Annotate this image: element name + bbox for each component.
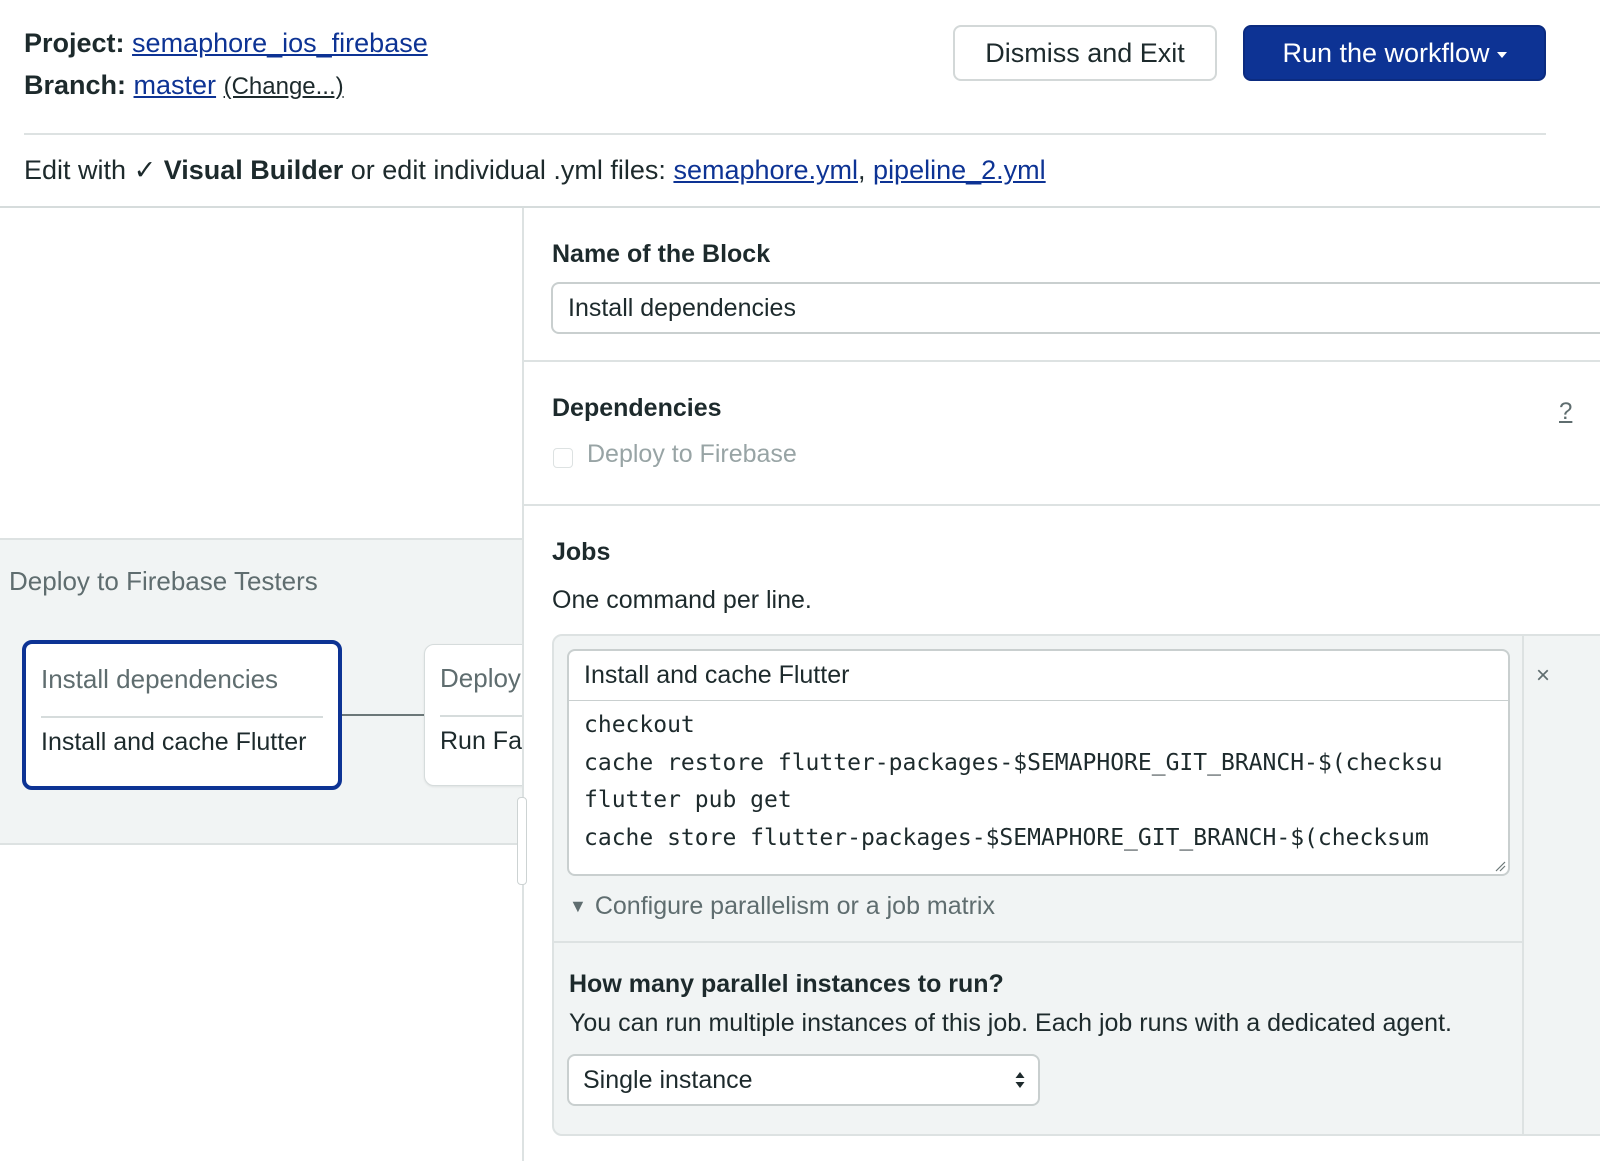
configure-parallelism-toggle[interactable]: ▼ Configure parallelism or a job matrix bbox=[569, 892, 995, 921]
command-line: cache restore flutter-packages-$SEMAPHOR… bbox=[584, 749, 1443, 776]
pipeline-title[interactable]: Deploy to Firebase Testers bbox=[9, 566, 318, 597]
block-card-install-dependencies[interactable]: Install dependencies Install and cache F… bbox=[22, 640, 342, 790]
branch-link[interactable]: master bbox=[134, 70, 217, 100]
dependency-label: Deploy to Firebase bbox=[587, 440, 797, 468]
block-name-input[interactable]: Install dependencies bbox=[551, 282, 1600, 334]
block-name-value: Install dependencies bbox=[568, 293, 796, 322]
disclosure-label: Configure parallelism or a job matrix bbox=[594, 892, 995, 920]
command-line: cache store flutter-packages-$SEMAPHORE_… bbox=[584, 824, 1429, 851]
parallel-instances-description: You can run multiple instances of this j… bbox=[569, 1009, 1452, 1037]
header-divider bbox=[24, 133, 1546, 135]
block-job[interactable]: Run Fas bbox=[440, 727, 522, 756]
job-name-value: Install and cache Flutter bbox=[584, 661, 850, 689]
remove-job-icon[interactable]: × bbox=[1536, 662, 1550, 690]
file-separator: , bbox=[858, 155, 866, 185]
semaphore-yml-link[interactable]: semaphore.yml bbox=[673, 155, 858, 185]
command-line: flutter pub get bbox=[584, 787, 792, 813]
dependencies-label: Dependencies bbox=[552, 394, 722, 422]
project-label: Project: bbox=[24, 28, 125, 58]
block-job[interactable]: Install and cache Flutter bbox=[41, 728, 306, 757]
block-connector bbox=[342, 714, 424, 716]
jobs-hint: One command per line. bbox=[552, 586, 812, 614]
project-link[interactable]: semaphore_ios_firebase bbox=[132, 28, 428, 58]
job-name-input[interactable]: Install and cache Flutter bbox=[567, 649, 1510, 701]
resize-grip-icon[interactable] bbox=[1494, 860, 1506, 872]
job-editor: Install and cache Flutter checkout cache … bbox=[552, 634, 1600, 1136]
job-remove-column bbox=[1522, 636, 1524, 1134]
run-button-label: Run the workflow bbox=[1282, 37, 1490, 68]
parallel-instances-title: How many parallel instances to run? bbox=[569, 970, 1004, 998]
dependency-checkbox[interactable] bbox=[553, 448, 573, 468]
block-editor: Name of the Block Install dependencies D… bbox=[524, 208, 1600, 1161]
select-updown-icon bbox=[1015, 1072, 1025, 1088]
pipeline-canvas[interactable]: Deploy to Firebase Testers Install depen… bbox=[0, 208, 522, 1161]
job-commands-textarea[interactable]: checkout cache restore flutter-packages-$… bbox=[567, 700, 1510, 876]
section-divider bbox=[524, 504, 1600, 506]
block-divider bbox=[41, 716, 323, 718]
dismiss-and-exit-button[interactable]: Dismiss and Exit bbox=[953, 25, 1217, 81]
pipeline: Deploy to Firebase Testers Install depen… bbox=[0, 538, 522, 845]
help-icon[interactable]: ? bbox=[1559, 398, 1572, 426]
select-value: Single instance bbox=[583, 1065, 753, 1094]
pipeline-2-yml-link[interactable]: pipeline_2.yml bbox=[873, 155, 1046, 185]
block-divider bbox=[440, 715, 522, 717]
command-line: checkout bbox=[584, 712, 695, 738]
block-card-deploy[interactable]: Deploy Run Fas bbox=[424, 644, 522, 786]
jobs-label: Jobs bbox=[552, 538, 611, 566]
edit-mode-bar: Edit with ✓ Visual Builder or edit indiv… bbox=[24, 150, 1046, 190]
caret-down-icon bbox=[1496, 52, 1507, 58]
block-name-label: Name of the Block bbox=[552, 240, 771, 268]
parallel-instances-select[interactable]: Single instance bbox=[567, 1054, 1040, 1106]
section-divider bbox=[524, 360, 1600, 362]
job-section-divider bbox=[554, 941, 1522, 943]
disclosure-triangle-icon: ▼ bbox=[569, 896, 587, 916]
edit-middle-text: or edit individual .yml files: bbox=[350, 155, 666, 185]
block-name: Deploy bbox=[440, 663, 521, 693]
check-icon: ✓ bbox=[133, 155, 157, 185]
branch-label: Branch: bbox=[24, 70, 127, 100]
block-name: Install dependencies bbox=[41, 664, 279, 694]
change-branch-link[interactable]: (Change...) bbox=[224, 73, 344, 100]
visual-builder-label: Visual Builder bbox=[163, 155, 344, 185]
run-workflow-button[interactable]: Run the workflow bbox=[1243, 25, 1546, 81]
dismiss-button-label: Dismiss and Exit bbox=[985, 37, 1185, 68]
edit-prefix: Edit with bbox=[24, 155, 127, 185]
